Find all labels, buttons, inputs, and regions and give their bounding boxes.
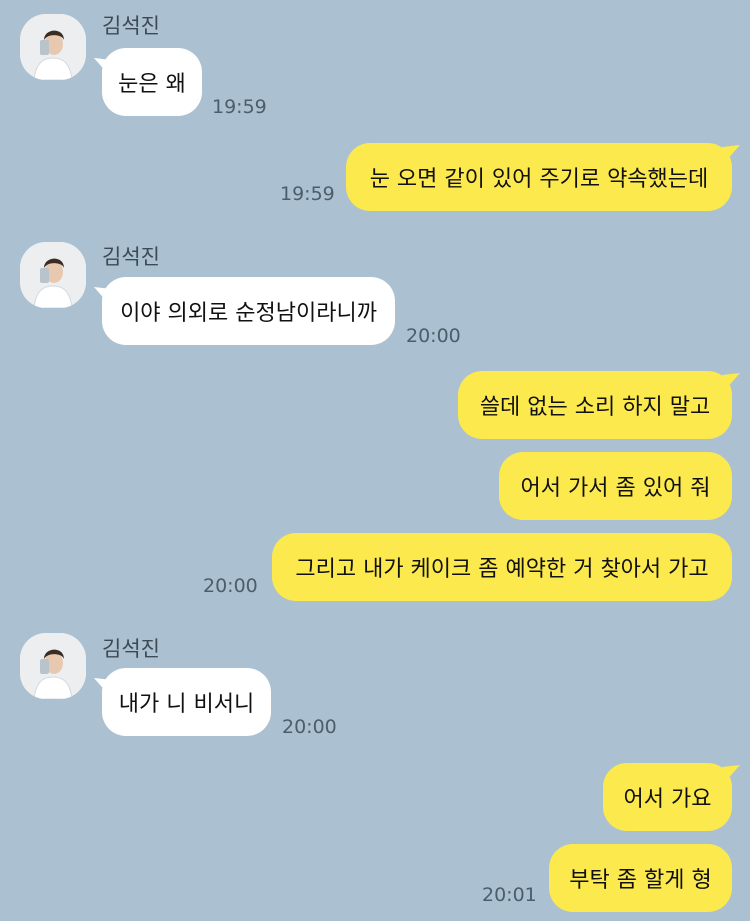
avatar[interactable]: [20, 633, 86, 699]
avatar[interactable]: [20, 14, 86, 80]
message-bubble-outgoing[interactable]: 그리고 내가 케이크 좀 예약한 거 찾아서 가고: [272, 533, 732, 601]
message-bubble-outgoing[interactable]: 쓸데 없는 소리 하지 말고: [458, 371, 732, 439]
message-bubble-outgoing[interactable]: 어서 가서 좀 있어 줘: [499, 452, 732, 520]
bubble-tail-incoming: [94, 678, 112, 694]
sender-name: 김석진: [102, 245, 160, 269]
bubble-tail-incoming: [94, 287, 112, 303]
message-bubble-incoming[interactable]: 이야 의외로 순정남이라니까: [102, 277, 395, 345]
message-time: 20:00: [406, 325, 461, 347]
message-bubble-outgoing[interactable]: 눈 오면 같이 있어 주기로 약속했는데: [346, 143, 732, 211]
message-text: 쓸데 없는 소리 하지 말고: [479, 395, 711, 420]
message-text: 눈 오면 같이 있어 주기로 약속했는데: [369, 167, 709, 192]
message-bubble-outgoing[interactable]: 부탁 좀 할게 형: [549, 844, 732, 912]
message-text: 어서 가요: [623, 787, 712, 812]
avatar-image: [20, 633, 86, 699]
bubble-tail-outgoing: [722, 145, 740, 161]
message-text: 부탁 좀 할게 형: [569, 868, 712, 893]
message-time: 20:00: [282, 716, 337, 738]
message-text: 어서 가서 좀 있어 줘: [520, 476, 711, 501]
message-text: 내가 니 비서니: [118, 692, 255, 717]
avatar[interactable]: [20, 242, 86, 308]
bubble-tail-incoming: [94, 58, 112, 74]
avatar-image: [20, 14, 86, 80]
sender-name: 김석진: [102, 14, 160, 38]
sender-name: 김석진: [102, 637, 160, 661]
message-bubble-incoming[interactable]: 내가 니 비서니: [102, 668, 271, 736]
message-time: 19:59: [212, 96, 267, 118]
message-text: 이야 의외로 순정남이라니까: [120, 301, 377, 326]
message-time: 19:59: [280, 183, 335, 205]
message-bubble-outgoing[interactable]: 어서 가요: [603, 763, 732, 831]
bubble-tail-outgoing: [722, 765, 740, 781]
message-time: 20:01: [482, 884, 537, 906]
message-bubble-incoming[interactable]: 눈은 왜: [102, 48, 202, 116]
message-text: 그리고 내가 케이크 좀 예약한 거 찾아서 가고: [295, 557, 709, 582]
message-time: 20:00: [203, 575, 258, 597]
avatar-image: [20, 242, 86, 308]
message-text: 눈은 왜: [118, 72, 186, 97]
bubble-tail-outgoing: [722, 373, 740, 389]
